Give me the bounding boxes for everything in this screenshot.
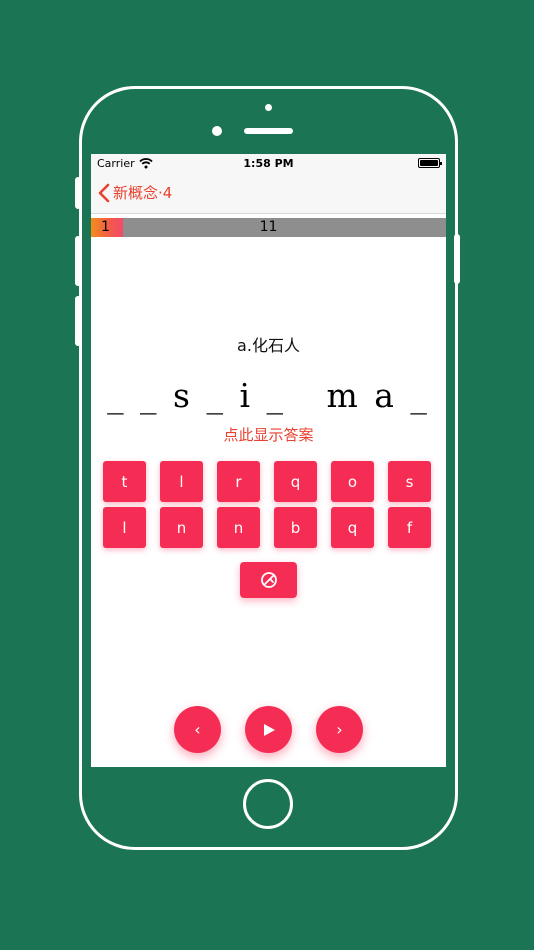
letter-key[interactable]: b <box>274 507 317 548</box>
back-button[interactable]: 新概念·4 <box>97 182 172 203</box>
previous-button[interactable]: ‹ <box>174 706 221 753</box>
home-button[interactable] <box>243 779 293 829</box>
status-time: 1:58 PM <box>243 157 294 170</box>
progress-total: 11 <box>259 219 278 235</box>
chevron-right-icon: › <box>336 720 343 739</box>
phone-camera <box>212 126 222 136</box>
letter-key[interactable]: n <box>217 507 260 548</box>
word-pattern: _ _ s _ i _ m a _ <box>107 376 430 415</box>
letter-key[interactable]: o <box>331 461 374 502</box>
phone-speaker <box>244 128 293 134</box>
letter-key[interactable]: r <box>217 461 260 502</box>
battery-icon <box>418 158 442 168</box>
letter-key[interactable]: l <box>103 507 146 548</box>
word-meaning: a.化石人 <box>237 336 300 355</box>
phone-volume-up <box>75 236 81 286</box>
progress-bar: 11 1 <box>91 218 446 237</box>
erase-button[interactable] <box>240 562 297 598</box>
letter-key[interactable]: q <box>274 461 317 502</box>
next-button[interactable]: › <box>316 706 363 753</box>
back-button-label: 新概念·4 <box>113 184 173 202</box>
play-button[interactable] <box>245 706 292 753</box>
letter-key[interactable]: f <box>388 507 431 548</box>
letter-key[interactable]: t <box>103 461 146 502</box>
nav-bar: 新概念·4 <box>91 174 446 214</box>
chevron-left-icon <box>98 183 110 202</box>
letter-key[interactable]: s <box>388 461 431 502</box>
chevron-left-icon: ‹ <box>194 720 201 739</box>
app-screen: Carrier 1:58 PM 新概念·4 11 1 a.化石人 _ _ s _… <box>91 154 446 767</box>
play-icon <box>263 723 275 736</box>
status-bar: Carrier 1:58 PM <box>91 154 446 174</box>
phone-power-button <box>454 234 460 284</box>
letter-key[interactable]: q <box>331 507 374 548</box>
progress-current: 1 <box>101 219 110 235</box>
letter-key[interactable]: n <box>160 507 203 548</box>
phone-mute-switch <box>75 177 81 209</box>
show-answer-link[interactable]: 点此显示答案 <box>91 424 446 445</box>
letter-key[interactable]: l <box>160 461 203 502</box>
eraser-icon <box>260 572 277 588</box>
phone-volume-down <box>75 296 81 346</box>
phone-sensor <box>265 104 272 111</box>
